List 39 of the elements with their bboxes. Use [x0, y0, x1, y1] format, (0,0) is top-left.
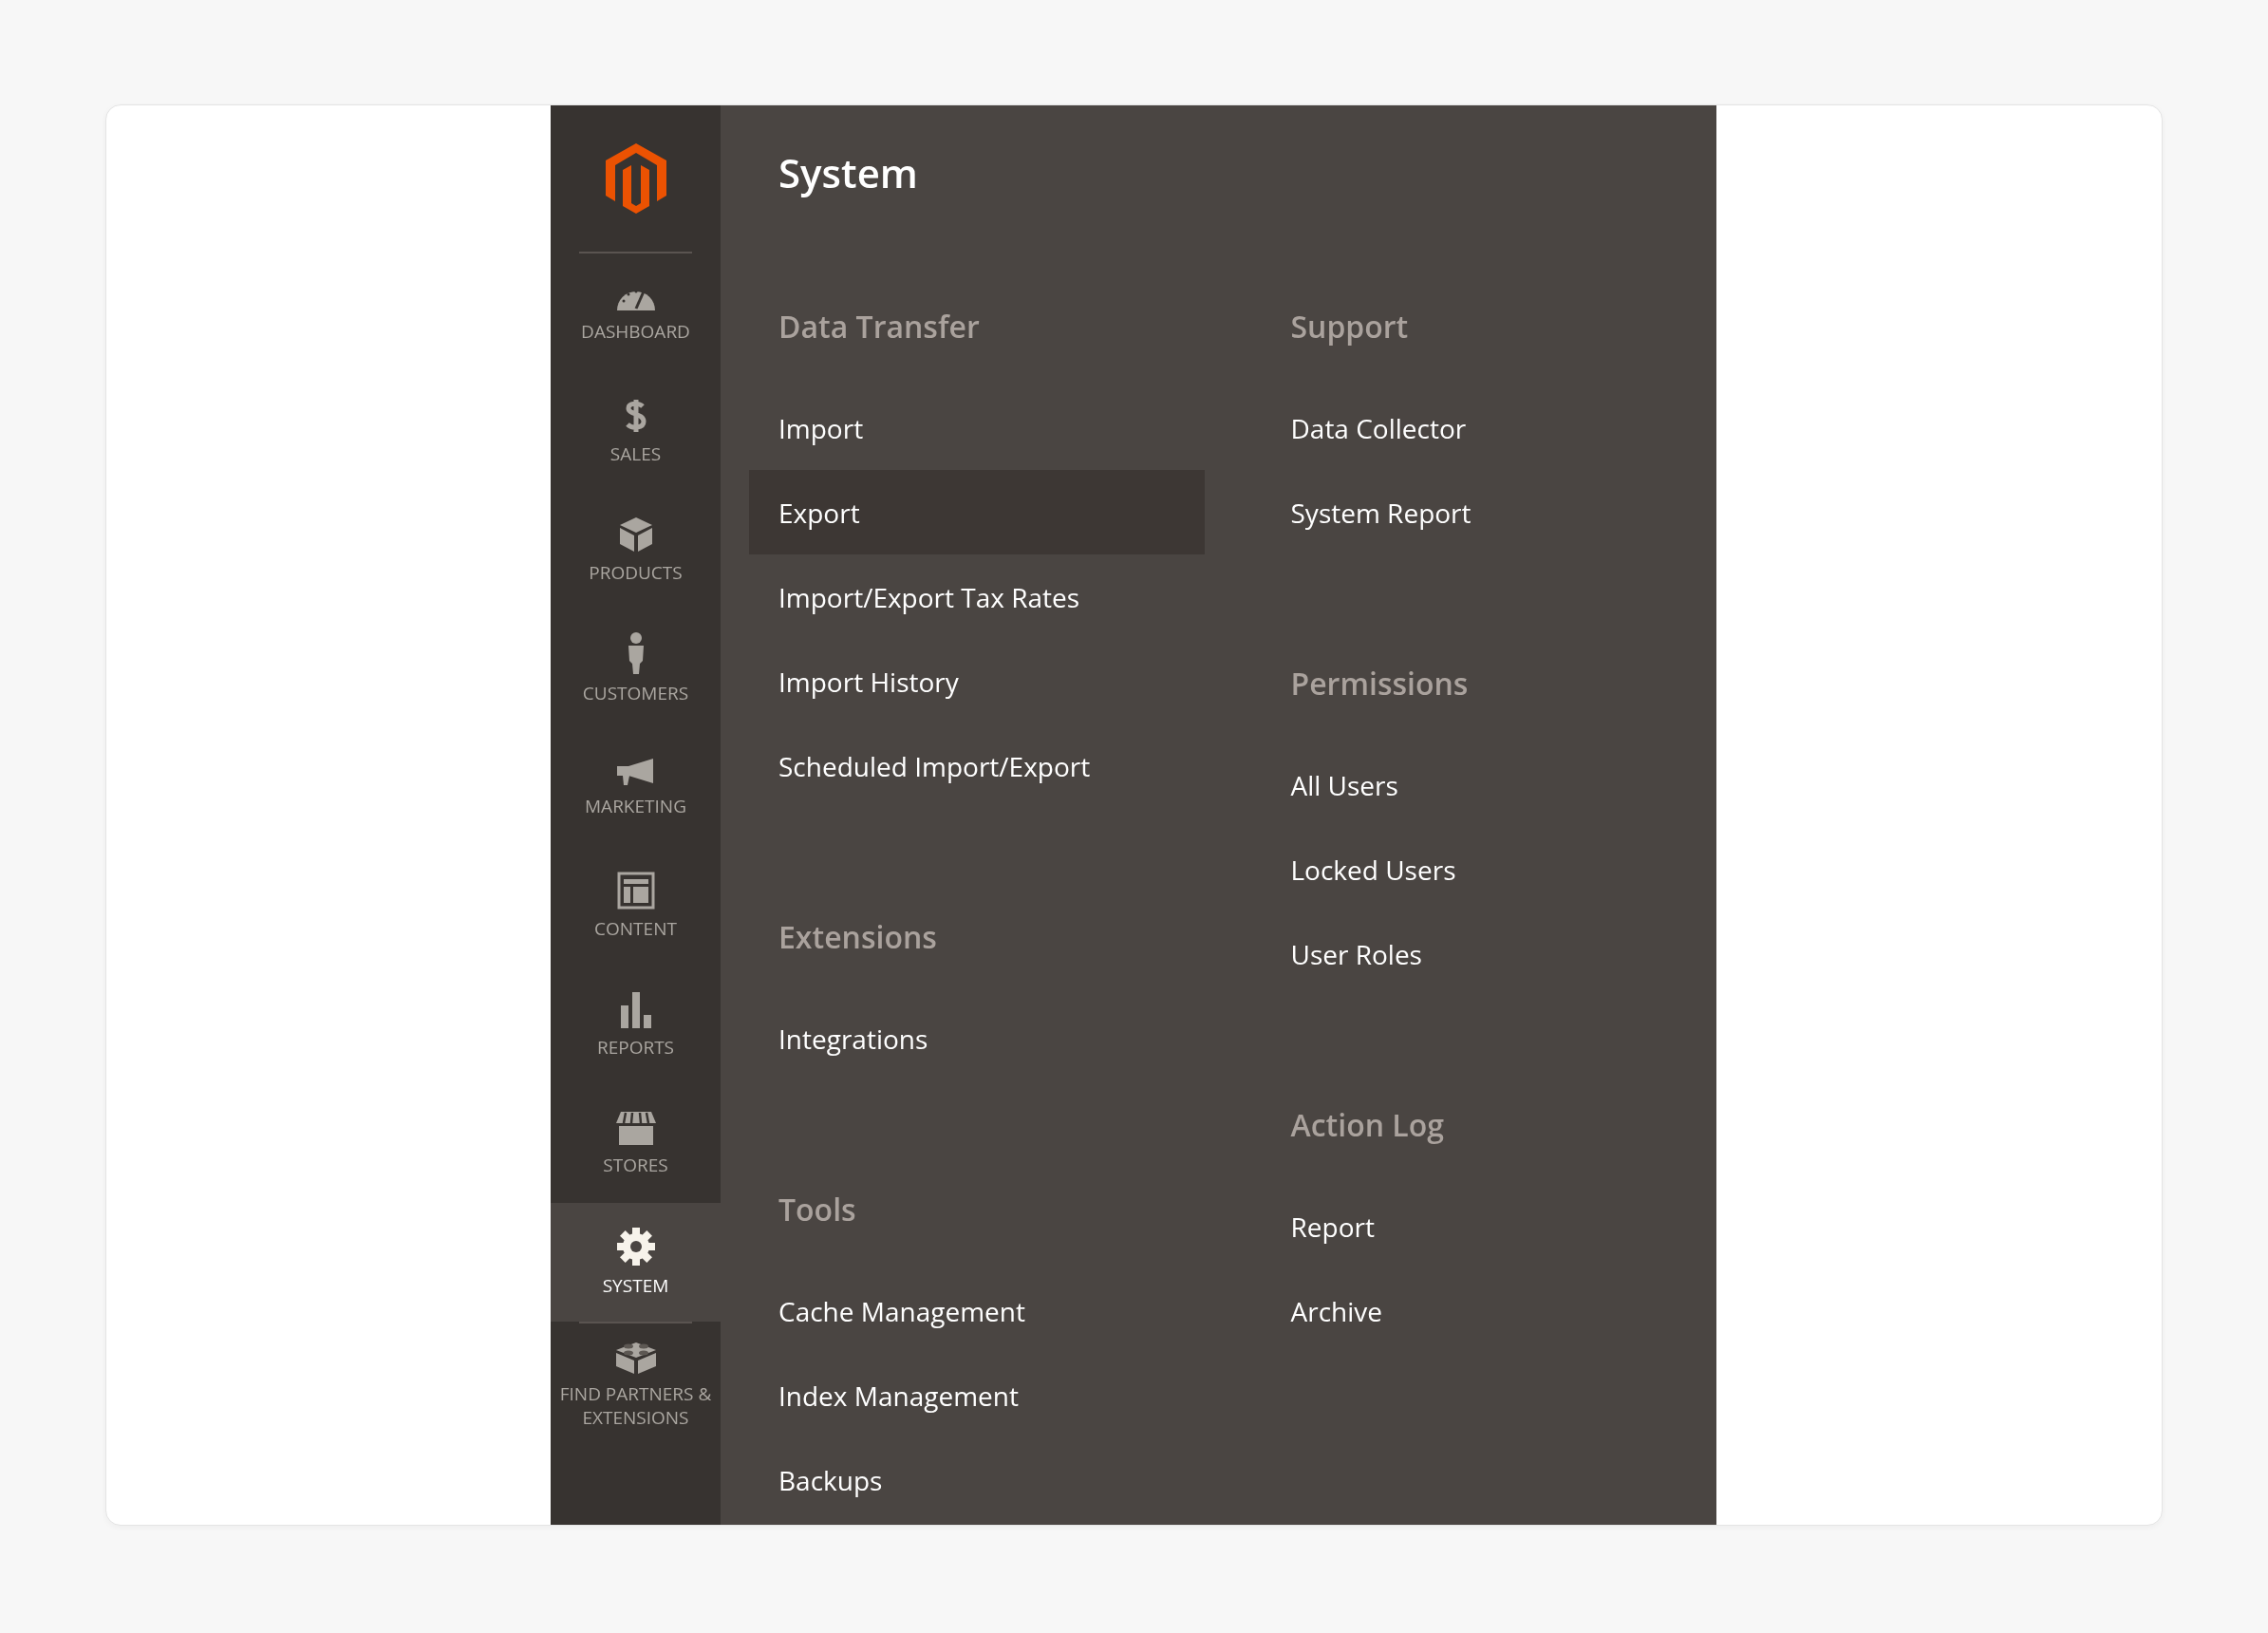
sidebar-nav-item[interactable]: CUSTOMERS	[551, 610, 721, 728]
menu-link[interactable]: Import/Export Tax Rates	[749, 554, 1205, 639]
menu-link[interactable]: Export	[749, 470, 1205, 554]
settings-icon	[615, 1227, 656, 1267]
menu-link[interactable]: System Report	[1261, 470, 1716, 554]
menu-link[interactable]: Locked Users	[1261, 827, 1716, 911]
sidebar-nav-item[interactable]: CONTENT	[551, 847, 721, 966]
section-heading: Extensions	[778, 918, 938, 956]
menu-link[interactable]: All Users	[1261, 742, 1716, 827]
section-heading: Tools	[778, 1191, 857, 1229]
menu-link[interactable]: User Roles	[1261, 911, 1716, 996]
sidebar-nav-item[interactable]: MARKETING	[551, 728, 721, 847]
sidebar-nav-item[interactable]: STORES	[551, 1084, 721, 1203]
menu-link[interactable]: Scheduled Import/Export	[749, 723, 1205, 808]
sidebar-nav-item[interactable]: DASHBOARD	[551, 253, 721, 372]
menu-link[interactable]: Import History	[749, 639, 1205, 723]
section-heading: Data Transfer	[778, 308, 981, 346]
menu-link[interactable]: Import	[749, 385, 1205, 470]
menu-link[interactable]: Index Management	[749, 1353, 1205, 1437]
section-heading: Support	[1290, 308, 1410, 346]
menu-link[interactable]: Archive	[1261, 1268, 1716, 1353]
sidebar-nav-item[interactable]: REPORTS	[551, 966, 721, 1084]
menu-link[interactable]: Backups	[749, 1437, 1205, 1522]
layout-icon	[616, 872, 655, 910]
section-heading: Action Log	[1290, 1106, 1445, 1144]
menu-link[interactable]: Data Collector	[1261, 385, 1716, 470]
bar-chart-icon	[618, 990, 653, 1029]
sidebar-nav-item[interactable]: SALES	[551, 372, 721, 491]
section-heading: Permissions	[1290, 665, 1470, 703]
sidebar-nav-item[interactable]: FIND PARTNERS & EXTENSIONS	[551, 1323, 721, 1442]
menu-link[interactable]: Report	[1261, 1184, 1716, 1268]
logo-icon[interactable]	[604, 142, 667, 215]
menu-link[interactable]: Integrations	[749, 996, 1205, 1080]
sidebar-nav-item[interactable]: PRODUCTS	[551, 491, 721, 610]
menu-link[interactable]: Cache Management	[749, 1268, 1205, 1353]
box-icon	[617, 516, 654, 554]
sidebar-nav-item[interactable]: SYSTEM	[551, 1203, 721, 1322]
storefront-icon	[614, 1110, 657, 1147]
menu-title: System	[778, 149, 919, 197]
